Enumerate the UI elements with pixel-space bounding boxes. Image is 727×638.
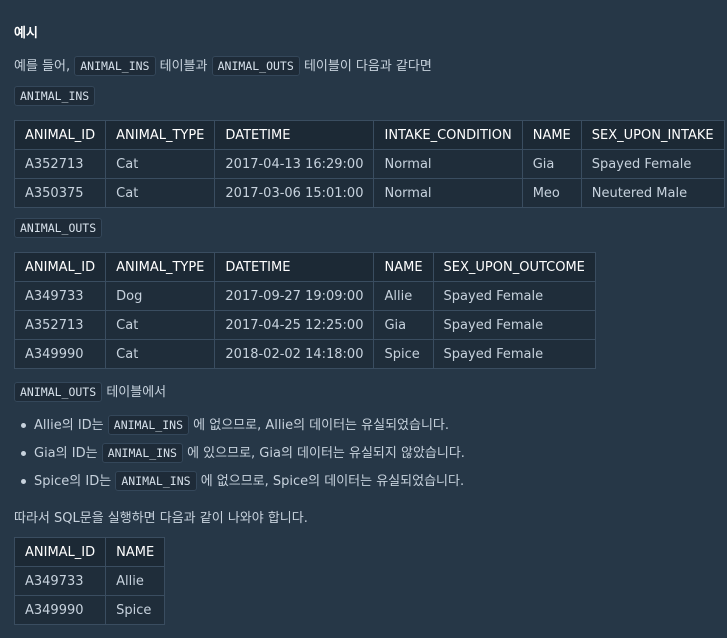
table-cell: Cat: [105, 339, 216, 369]
outs-note-line: ANIMAL_OUTS 테이블에서: [14, 381, 167, 402]
column-header: ANIMAL_TYPE: [105, 252, 216, 282]
ins-label-line: ANIMAL_INS: [14, 86, 96, 106]
intro-prefix: 예를 들어,: [14, 59, 71, 74]
column-header: ANIMAL_ID: [13, 120, 107, 150]
table-cell: 2018-02-02 14:18:00: [214, 339, 375, 369]
table-cell: Spice: [105, 595, 166, 625]
outs-note-code: ANIMAL_OUTS: [14, 382, 103, 402]
bullet-code: ANIMAL_INS: [107, 415, 190, 435]
bullet-post: 에 없으므로, Allie의 데이터는 유실되었습니다.: [193, 418, 449, 433]
table-cell: A352713: [13, 149, 107, 179]
result-table: ANIMAL_ID NAME A349733 Allie A349990 Spi…: [13, 537, 166, 625]
table-cell: A349733: [13, 566, 107, 596]
table-cell: Meo: [521, 178, 582, 208]
column-header: ANIMAL_ID: [13, 537, 107, 567]
bullet-pre: Spice의 ID는: [34, 474, 112, 489]
animal-ins-table: ANIMAL_ID ANIMAL_TYPE DATETIME INTAKE_CO…: [13, 120, 725, 208]
outs-note-text: 테이블에서: [106, 385, 167, 400]
intro-suffix: 테이블이 다음과 같다면: [303, 59, 432, 74]
table-row: A349990 Spice: [13, 595, 166, 625]
intro-line: 예를 들어, ANIMAL_INS 테이블과 ANIMAL_OUTS 테이블이 …: [14, 55, 432, 76]
animal-outs-table: ANIMAL_ID ANIMAL_TYPE DATETIME NAME SEX_…: [13, 252, 596, 369]
table-cell: A349990: [13, 339, 107, 369]
column-header: NAME: [521, 120, 582, 150]
bullet-post: 에 있으므로, Gia의 데이터는 유실되지 않았습니다.: [187, 446, 465, 461]
column-header: NAME: [373, 252, 434, 282]
table-cell: A349733: [13, 281, 107, 311]
table-cell: Spayed Female: [432, 281, 596, 311]
intro-code-ins: ANIMAL_INS: [74, 56, 156, 76]
bullet-code: ANIMAL_INS: [115, 471, 197, 491]
table-row: A349990 Cat 2018-02-02 14:18:00 Spice Sp…: [13, 339, 596, 369]
table-row: A349733 Dog 2017-09-27 19:09:00 Allie Sp…: [13, 281, 596, 311]
intro-mid: 테이블과: [159, 59, 208, 74]
column-header: ANIMAL_TYPE: [105, 120, 216, 150]
table-cell: 2017-04-25 12:25:00: [214, 310, 375, 340]
table-cell: A349990: [13, 595, 107, 625]
table-cell: Dog: [105, 281, 216, 311]
table-cell: A352713: [13, 310, 107, 340]
column-header: DATETIME: [214, 252, 375, 282]
bullet-post: 에 없으므로, Spice의 데이터는 유실되었습니다.: [200, 474, 465, 489]
table-cell: Allie: [373, 281, 434, 311]
table-cell: Cat: [105, 178, 216, 208]
list-item: Spice의 ID는 ANIMAL_INS 에 없으므로, Spice의 데이터…: [14, 467, 465, 495]
section-heading: 예시: [14, 26, 38, 41]
list-item: Allie의 ID는 ANIMAL_INS 에 없으므로, Allie의 데이터…: [14, 411, 465, 439]
table-cell: Neutered Male: [580, 178, 725, 208]
column-header: ANIMAL_ID: [13, 252, 107, 282]
table-cell: Cat: [105, 310, 216, 340]
bullet-pre: Allie의 ID는: [34, 418, 104, 433]
table-cell: Spayed Female: [432, 310, 596, 340]
table-cell: A350375: [13, 178, 107, 208]
table-header-row: ANIMAL_ID NAME: [13, 537, 166, 567]
bullet-pre: Gia의 ID는: [34, 446, 98, 461]
table-cell: Normal: [373, 149, 523, 179]
table-cell: 2017-03-06 15:01:00: [214, 178, 375, 208]
outs-label-line: ANIMAL_OUTS: [14, 218, 103, 238]
table-row: A352713 Cat 2017-04-13 16:29:00 Normal G…: [13, 149, 725, 179]
table-cell: 2017-09-27 19:09:00: [214, 281, 375, 311]
table-cell: Gia: [373, 310, 434, 340]
column-header: SEX_UPON_INTAKE: [580, 120, 725, 150]
column-header: DATETIME: [214, 120, 375, 150]
ins-table-label: ANIMAL_INS: [14, 86, 96, 106]
table-cell: Spice: [373, 339, 434, 369]
table-cell: Cat: [105, 149, 216, 179]
column-header: INTAKE_CONDITION: [373, 120, 523, 150]
table-header-row: ANIMAL_ID ANIMAL_TYPE DATETIME NAME SEX_…: [13, 252, 596, 282]
column-header: SEX_UPON_OUTCOME: [432, 252, 596, 282]
table-row: A352713 Cat 2017-04-25 12:25:00 Gia Spay…: [13, 310, 596, 340]
list-item: Gia의 ID는 ANIMAL_INS 에 있으므로, Gia의 데이터는 유실…: [14, 439, 465, 467]
table-cell: Spayed Female: [432, 339, 596, 369]
table-cell: Allie: [105, 566, 166, 596]
table-cell: Gia: [521, 149, 582, 179]
table-cell: Normal: [373, 178, 523, 208]
conclusion-line: 따라서 SQL문을 실행하면 다음과 같이 나와야 합니다.: [14, 511, 308, 526]
table-row: A350375 Cat 2017-03-06 15:01:00 Normal M…: [13, 178, 725, 208]
table-row: A349733 Allie: [13, 566, 166, 596]
explanation-list: Allie의 ID는 ANIMAL_INS 에 없으므로, Allie의 데이터…: [14, 411, 465, 495]
table-cell: Spayed Female: [580, 149, 725, 179]
table-header-row: ANIMAL_ID ANIMAL_TYPE DATETIME INTAKE_CO…: [13, 120, 725, 150]
intro-code-outs: ANIMAL_OUTS: [211, 56, 300, 76]
table-cell: 2017-04-13 16:29:00: [214, 149, 375, 179]
bullet-code: ANIMAL_INS: [101, 443, 183, 463]
outs-table-label: ANIMAL_OUTS: [14, 218, 103, 238]
column-header: NAME: [105, 537, 166, 567]
